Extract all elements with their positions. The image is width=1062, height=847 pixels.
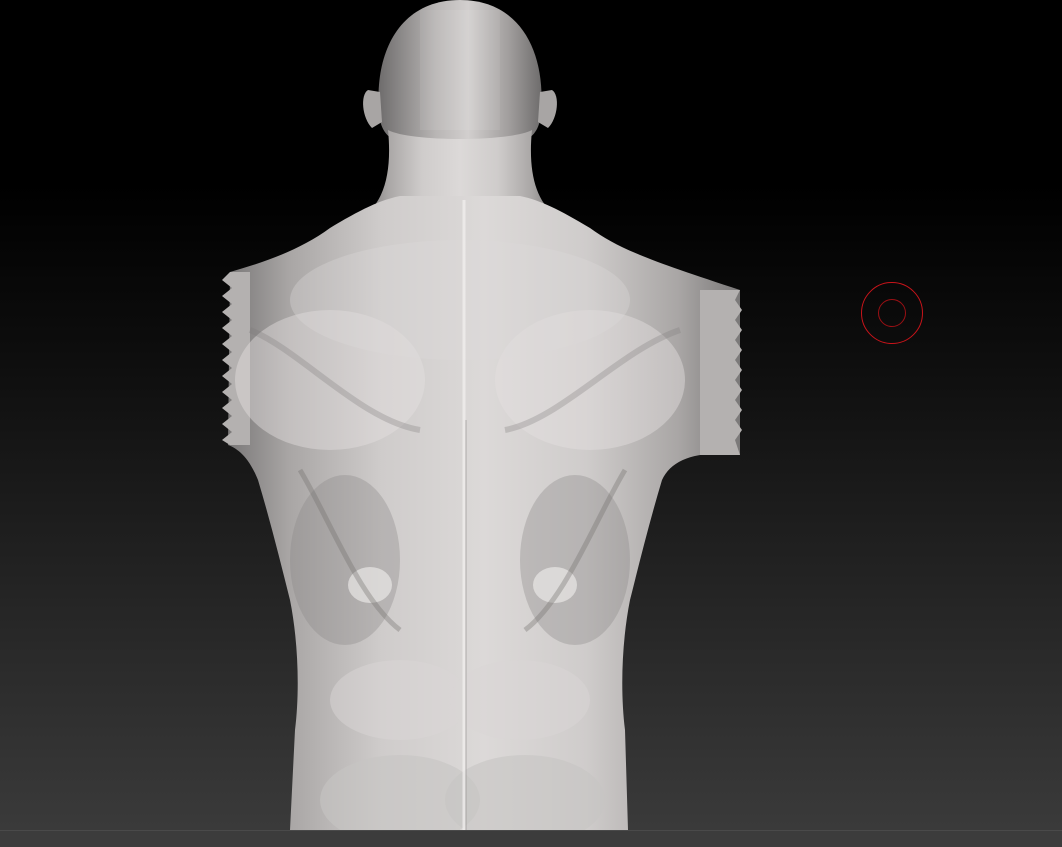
bottom-status-bar: [0, 830, 1062, 847]
brush-cursor-inner-ring: [878, 299, 906, 327]
sculpt-viewport[interactable]: [0, 0, 1062, 830]
sculpt-model-back-torso[interactable]: [0, 0, 1062, 830]
brush-cursor-icon: [861, 282, 923, 344]
model-head: [363, 0, 557, 152]
